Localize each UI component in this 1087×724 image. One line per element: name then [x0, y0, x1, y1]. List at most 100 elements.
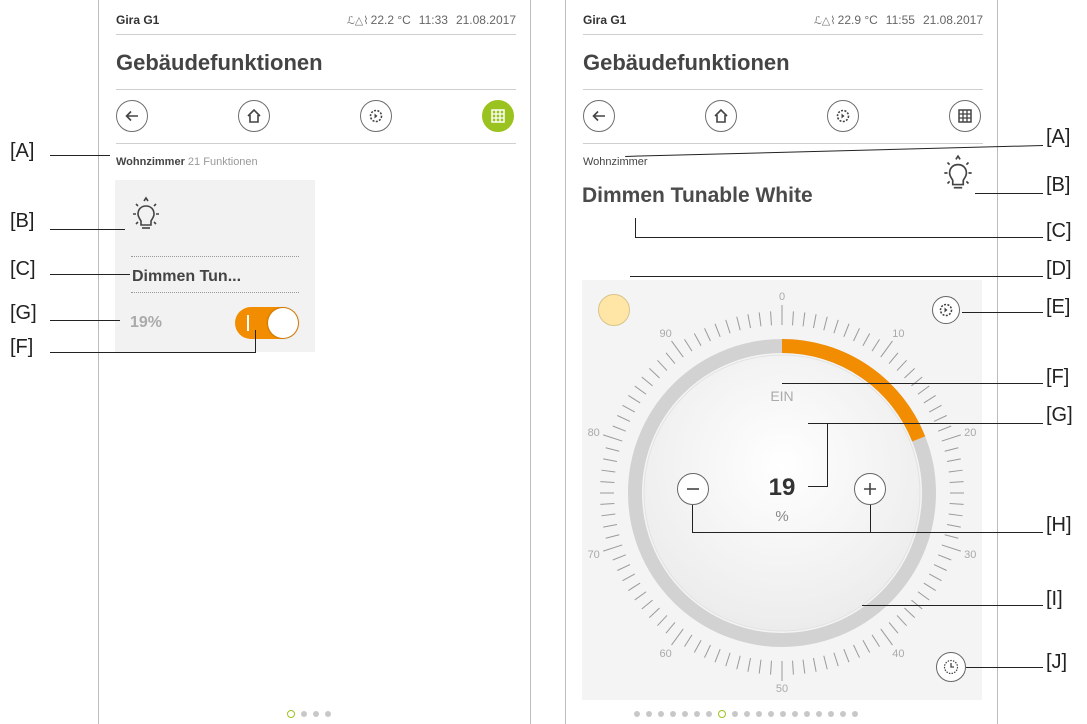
page-dot[interactable]: [325, 711, 331, 717]
settings-button[interactable]: [360, 100, 392, 132]
decrease-button[interactable]: [677, 473, 709, 505]
dial-tick: [823, 655, 828, 670]
dial-tick: [648, 607, 660, 618]
page-indicator[interactable]: [287, 710, 331, 718]
function-title: Dimmen Tunable White: [582, 184, 813, 207]
page-dot[interactable]: [634, 711, 640, 717]
page-dot[interactable]: [694, 711, 700, 717]
grid-icon: [491, 109, 505, 123]
increase-button[interactable]: [854, 473, 886, 505]
gear-icon: [369, 109, 383, 123]
dial-tick: [802, 312, 806, 327]
clock-time: 11:55: [885, 13, 915, 27]
page-dot[interactable]: [756, 711, 762, 717]
dial-tick: [928, 573, 942, 582]
dial-tick-label: 50: [776, 683, 788, 695]
timer-button[interactable]: [936, 652, 966, 682]
temperature: 22.2 °C: [370, 13, 411, 27]
page-dot[interactable]: [828, 711, 834, 717]
back-button[interactable]: [116, 100, 148, 132]
dial-tick: [693, 639, 702, 653]
grid-icon: [958, 109, 972, 123]
dial-tick: [948, 513, 963, 517]
page-dot[interactable]: [768, 711, 774, 717]
page-dot[interactable]: [682, 711, 688, 717]
page-dot[interactable]: [287, 710, 295, 718]
dial-tick: [911, 376, 923, 387]
page-dot[interactable]: [313, 711, 319, 717]
function-count-label: Funktionen: [203, 156, 258, 168]
home-button[interactable]: [705, 100, 737, 132]
dial-tick: [684, 634, 693, 647]
dial-tick: [704, 644, 711, 658]
dial-tick: [736, 316, 741, 331]
tile-view-button[interactable]: [482, 100, 514, 132]
dial-tick: [933, 564, 947, 571]
callout-b: [B]: [10, 210, 35, 232]
status-bar: ℒ△⌇ 22.9 °C 11:55 21.08.2017: [806, 13, 983, 27]
dial-tick: [928, 404, 942, 413]
page-dot[interactable]: [718, 710, 726, 718]
dial-tick: [747, 657, 752, 672]
dial-tick: [933, 415, 947, 422]
dial-tick: [641, 376, 653, 387]
page-dot[interactable]: [658, 711, 664, 717]
dial-tick: [622, 573, 636, 582]
dial-tick: [880, 340, 893, 358]
dial-tick: [917, 385, 930, 395]
callout-g: [G]: [10, 302, 37, 324]
dial-tick: [725, 652, 731, 667]
dial-tick: [758, 659, 762, 674]
dial-tick: [823, 316, 828, 331]
dial-tick: [725, 319, 731, 334]
callout-a: [A]: [1046, 126, 1071, 148]
dial-tick: [634, 385, 647, 395]
tile-view-button[interactable]: [949, 100, 981, 132]
clock-icon: [943, 659, 959, 675]
page-title: Gebäudefunktionen: [583, 50, 790, 75]
page-dot[interactable]: [816, 711, 822, 717]
page-dot[interactable]: [744, 711, 750, 717]
page-dot[interactable]: [792, 711, 798, 717]
dial-tick-label: 20: [964, 427, 976, 439]
dial-tick: [601, 513, 616, 517]
dial-tick-label: 90: [659, 328, 671, 340]
dial-tick: [648, 368, 660, 379]
dial-tick: [792, 660, 794, 675]
room-name: Wohnzimmer: [116, 156, 185, 168]
callout-d: [D]: [1046, 258, 1072, 280]
dial-tick: [938, 425, 952, 432]
dial-tick: [792, 311, 794, 326]
dial-tick: [714, 323, 721, 337]
dial-tick: [812, 314, 817, 329]
dial-tick: [603, 434, 623, 442]
callout-f: [F]: [1046, 366, 1070, 388]
device-name: Gira G1: [583, 13, 627, 27]
callout-f: [F]: [10, 336, 34, 358]
page-dot[interactable]: [301, 711, 307, 717]
page-dot[interactable]: [670, 711, 676, 717]
thermometer-icon: ℒ△⌇: [346, 15, 369, 27]
page-dot[interactable]: [840, 711, 846, 717]
page-dot[interactable]: [852, 711, 858, 717]
date: 21.08.2017: [455, 13, 516, 27]
power-toggle[interactable]: [235, 307, 299, 339]
home-button[interactable]: [238, 100, 270, 132]
callout-a: [A]: [10, 140, 35, 162]
page-dot[interactable]: [804, 711, 810, 717]
home-icon: [714, 108, 728, 123]
page-indicator[interactable]: [634, 710, 858, 718]
back-button[interactable]: [583, 100, 615, 132]
page-dot[interactable]: [646, 711, 652, 717]
dial-tick-label: 70: [588, 549, 600, 561]
function-tile[interactable]: Dimmen Tun... 19%: [115, 180, 315, 352]
dial-tick: [938, 554, 952, 561]
dial-tick: [833, 652, 839, 667]
page-dot[interactable]: [706, 711, 712, 717]
dial-tick: [802, 659, 806, 674]
temperature: 22.9 °C: [837, 13, 878, 27]
page-dot[interactable]: [780, 711, 786, 717]
bulb-icon: [944, 154, 972, 189]
settings-button[interactable]: [827, 100, 859, 132]
page-dot[interactable]: [732, 711, 738, 717]
